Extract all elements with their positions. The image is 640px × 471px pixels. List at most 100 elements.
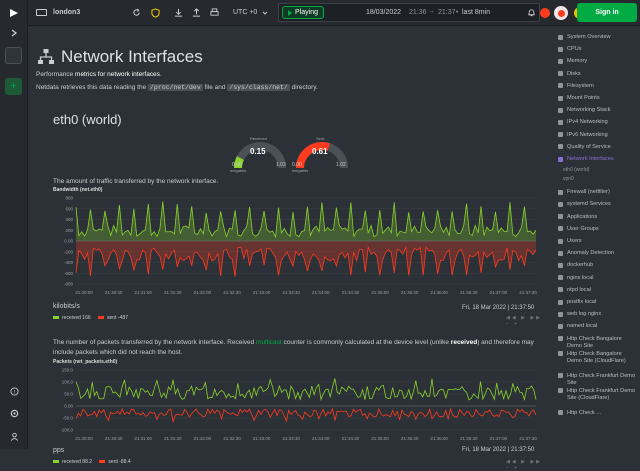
menu-item-icon [558, 71, 563, 77]
received-line [75, 378, 537, 402]
sidebar-item-mount-points[interactable]: Mount Points [558, 95, 600, 101]
sidebar-item-memory[interactable]: Memory [558, 58, 587, 64]
netdata-logo-icon[interactable] [7, 7, 21, 19]
sidebar-item-named-local[interactable]: named local [558, 323, 597, 329]
sidebar-item-label: User Groups [567, 225, 599, 232]
x-tick-label: 21:32:00 [194, 436, 212, 441]
timezone-selector[interactable]: UTC +0 [233, 9, 257, 16]
source-post: directory. [289, 84, 318, 91]
sidebar-item-label: Users [567, 238, 582, 244]
left-navigation-bar: + ! [0, 0, 28, 449]
sidebar-subitem[interactable]: vpn0 [563, 176, 574, 182]
sidebar-item-networking-stack[interactable]: Networking Stack [558, 107, 611, 113]
sidebar-item-http-check[interactable]: Http Check Frankfurt Demo Site [558, 372, 636, 387]
x-tick-label: 21:36:30 [460, 290, 478, 295]
sidebar-item-disks[interactable]: Disks [558, 71, 581, 77]
legend-received[interactable]: received 166 [53, 315, 91, 321]
settings-icon[interactable] [8, 407, 20, 419]
shield-icon[interactable] [150, 7, 161, 18]
sidebar-item-http-check[interactable]: Http Check ... [558, 409, 636, 417]
sidebar-item-label: System Overview [567, 34, 611, 40]
gauge-received-unit: megabits [230, 168, 247, 173]
x-tick-label: 21:36:00 [430, 290, 448, 295]
menu-item-icon [558, 250, 563, 256]
playing-button[interactable]: Playing [282, 6, 324, 19]
sidebar-item-system-overview[interactable]: System Overview [558, 34, 611, 40]
sidebar-item-label: Anomaly Detection [567, 250, 614, 257]
sidebar-item-http-check[interactable]: Http Check Frankfurt Demo Site (CloudFla… [558, 387, 636, 402]
y-tick-label: -100.0 [60, 428, 73, 433]
x-tick-label: 21:37:30 [519, 290, 537, 295]
multicast-link[interactable]: multicast [256, 339, 282, 346]
sidebar-item-label: named local [567, 323, 598, 330]
menu-item-icon [558, 119, 563, 125]
bandwidth-chart[interactable]: 800 600 400 200 0.00 -200 -400 -600 -80021:30:00… [38, 194, 540, 298]
alert-critical-badge[interactable] [540, 8, 550, 18]
gauge-received[interactable]: Received 0.15 0.00 1.03 megabits [228, 136, 292, 174]
sidebar-item-label: nginx local [567, 274, 594, 281]
bandwidth-legend: received 166 sent -487 [53, 315, 128, 321]
sidebar-item-postfix-local[interactable]: postfix local [558, 299, 596, 305]
sidebar-item-firewall-netfilter-[interactable]: Firewall (netfilter) [558, 189, 610, 195]
sidebar-item-users[interactable]: Users [558, 238, 582, 244]
chevron-down-icon[interactable] [261, 8, 269, 18]
y-tick-label: 100.0 [62, 380, 74, 385]
gauge-received-max: 1.03 [276, 162, 286, 168]
sidebar-item-nginx-local[interactable]: nginx local [558, 275, 593, 281]
x-tick-label: 21:37:00 [490, 436, 508, 441]
sidebar-item-http-check[interactable]: Http Check Bangalore Demo Site [558, 335, 636, 350]
sidebar-item-applications[interactable]: Applications [558, 214, 597, 220]
sidebar-item-network-interfaces[interactable]: Network Interfaces [558, 156, 614, 162]
x-tick-label: 21:34:00 [312, 436, 330, 441]
sidebar-item-ntpd-local[interactable]: ntpd local [558, 287, 591, 293]
legend-received-pps[interactable]: received 88.2 [53, 459, 92, 465]
x-tick-label: 21:32:00 [194, 290, 212, 295]
menu-item-icon [558, 107, 563, 113]
menu-item-icon [558, 214, 563, 220]
sidebar-item-ipv6-networking[interactable]: IPv6 Networking [558, 132, 608, 138]
duration-label: last 8min [462, 9, 491, 16]
sidebar-item-label: Disks [567, 70, 581, 77]
download-icon[interactable] [173, 7, 184, 18]
sidebar-item-label: Networking Stack [567, 107, 611, 114]
x-tick-label: 21:31:30 [164, 436, 182, 441]
help-icon[interactable]: ! [8, 385, 20, 397]
menu-item-icon [558, 287, 563, 293]
sidebar-item-user-groups[interactable]: User Groups [558, 226, 599, 232]
gauge-sent[interactable]: Sent 0.61 0.00 1.02 megabits [290, 136, 354, 174]
sidebar-subitem[interactable]: eth0 (world) [563, 167, 589, 173]
print-icon[interactable] [209, 7, 220, 18]
sidebar-item-dockerhub[interactable]: dockerhub [558, 262, 593, 268]
chart-toolbar-2[interactable]: ◀◀ ▶ ▶▶ − + [506, 459, 548, 471]
alert-warning-dot [557, 9, 565, 17]
sidebar-item-web-log-nginx[interactable]: web log nginx [558, 311, 601, 317]
sidebar-item-quality-of-service[interactable]: Quality of Service [558, 144, 611, 150]
packets-legend: received 88.2 sent -88.4 [53, 459, 131, 465]
page-title: Network Interfaces [61, 47, 203, 66]
sign-in-button[interactable]: Sign in [577, 3, 637, 22]
chevron-right-icon[interactable] [8, 28, 20, 38]
upload-icon[interactable] [191, 7, 202, 18]
alert-warning-badge[interactable] [554, 6, 568, 20]
sidebar-item-systemd-services[interactable]: systemd Services [558, 201, 611, 207]
sidebar-item-filesystem[interactable]: Filesystem [558, 83, 594, 89]
y-tick-label: 400 [65, 217, 73, 222]
refresh-icon[interactable] [131, 7, 142, 18]
space-avatar[interactable] [5, 47, 22, 64]
sidebar-item-anomaly-detection[interactable]: Anomaly Detection [558, 250, 614, 256]
legend-sent[interactable]: sent -487 [98, 315, 128, 321]
sidebar-item-http-check[interactable]: Http Check Bangalore Demo Site (CloudFla… [558, 350, 636, 365]
sidebar-item-cpus[interactable]: CPUs [558, 46, 582, 52]
bell-icon[interactable] [526, 7, 537, 18]
user-icon[interactable] [8, 430, 20, 442]
space-name[interactable]: london3 [53, 9, 80, 16]
add-space-button[interactable]: + [5, 78, 22, 95]
section-title: eth0 (world) [53, 112, 122, 127]
packets-chart[interactable]: 150.0 100.0 50.0 0.00 -50.0 -100.021:30:00 21:… [38, 366, 540, 444]
menu-item-icon [558, 34, 563, 40]
sidebar-item-ipv4-networking[interactable]: IPv4 Networking [558, 119, 608, 125]
packets-desc-mid: counter is commonly calculated at the de… [281, 339, 451, 346]
desc-bold: metrics for network interfaces [75, 71, 160, 78]
chart-toolbar[interactable]: ◀◀ ▶ ▶▶ − + [506, 315, 548, 327]
legend-sent-pps[interactable]: sent -88.4 [99, 459, 131, 465]
